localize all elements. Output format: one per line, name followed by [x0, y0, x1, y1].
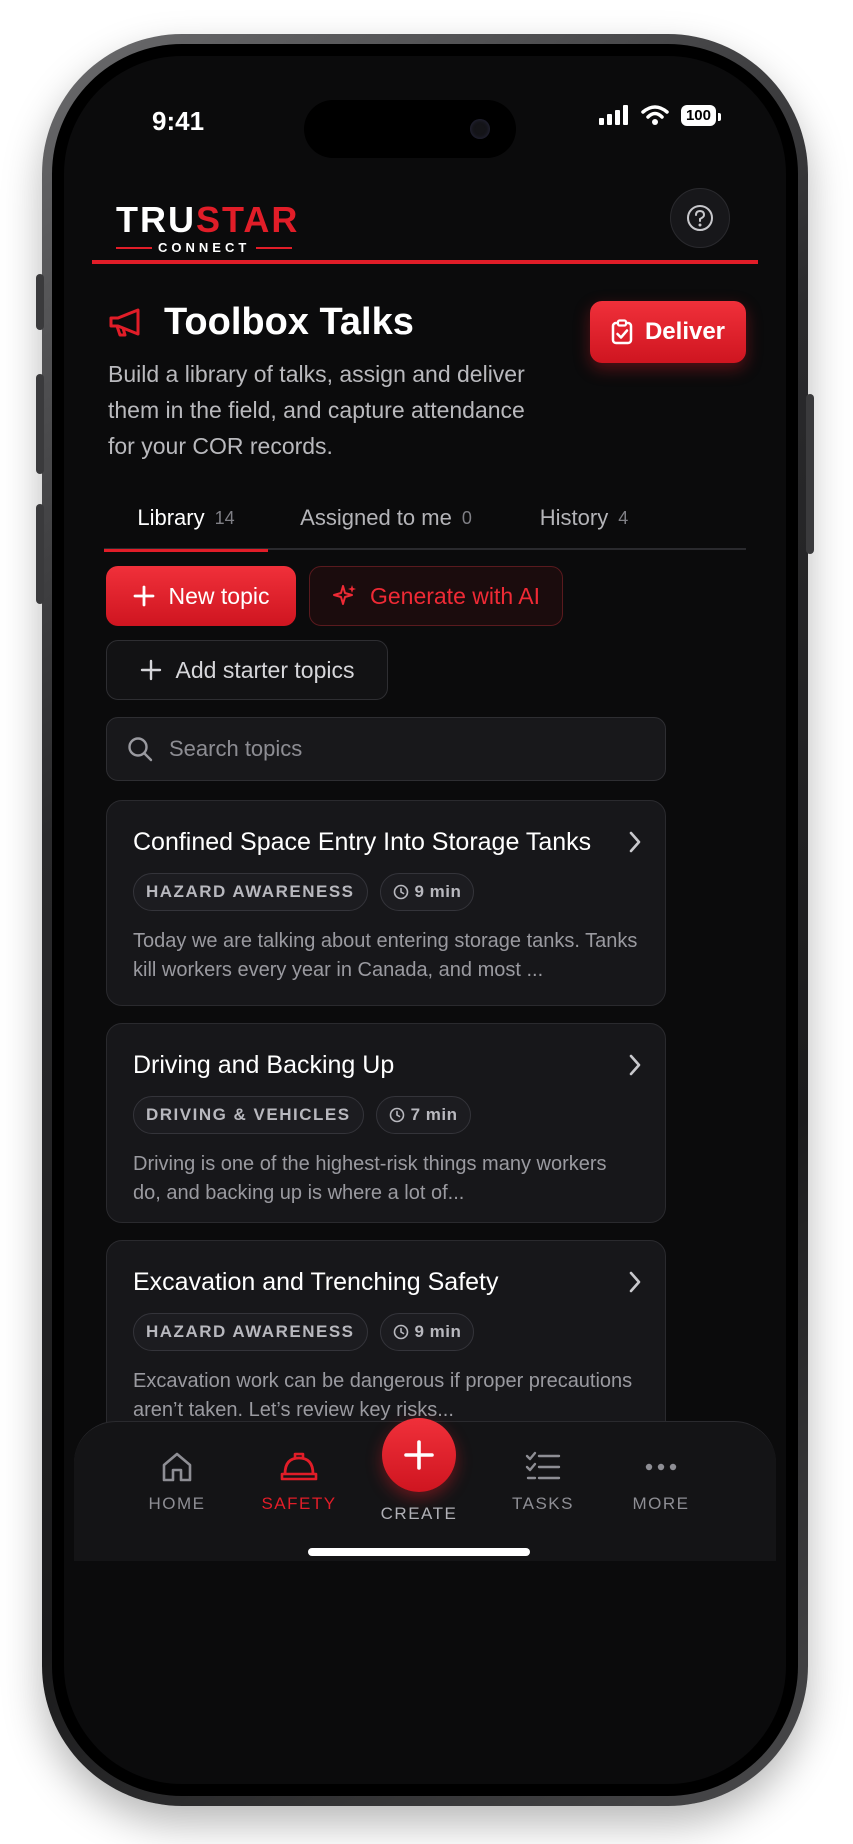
wifi-icon [641, 105, 669, 125]
home-icon [162, 1452, 192, 1482]
chevron-right-icon [629, 831, 641, 853]
checklist-icon [525, 1451, 561, 1480]
add-starter-topics-button[interactable]: Add starter topics [106, 640, 388, 700]
app-header: TRUSTAR CONNECT [64, 166, 786, 286]
volume-up-button [36, 374, 44, 474]
phone-frame: 9:41 100 TRUSTAR CONNECT Toolbox Talks B… [36, 34, 814, 1806]
tagline-line [116, 246, 152, 249]
category-badge: HAZARD AWARENESS [133, 1313, 368, 1351]
tab-count: 14 [214, 507, 235, 528]
topic-tags: HAZARD AWARENESS 9 min [133, 873, 639, 911]
brand-logo: TRUSTAR CONNECT [116, 202, 299, 255]
header-divider [92, 260, 758, 264]
nav-home[interactable]: HOME [122, 1450, 232, 1514]
search-icon [128, 737, 153, 762]
page-heading: Toolbox Talks Build a library of talks, … [108, 301, 746, 464]
clipboard-check-icon [611, 319, 633, 345]
clock-icon [389, 1107, 404, 1123]
search-input[interactable] [169, 736, 609, 762]
tab-assigned[interactable]: Assigned to me 0 [268, 486, 504, 550]
power-button [806, 394, 814, 554]
topic-description: Today we are talking about entering stor… [133, 930, 638, 981]
category-badge: DRIVING & VEHICLES [133, 1096, 364, 1134]
home-indicator[interactable] [308, 1548, 530, 1556]
generate-ai-button[interactable]: Generate with AI [309, 566, 563, 626]
question-icon [687, 205, 713, 231]
duration-badge: 9 min [379, 1313, 475, 1351]
chevron-right-icon [629, 1271, 641, 1293]
camera [470, 119, 490, 139]
topic-title: Driving and Backing Up [133, 1051, 395, 1079]
duration-badge: 9 min [379, 873, 475, 911]
tab-library[interactable]: Library 14 [104, 486, 268, 552]
topic-card[interactable]: Confined Space Entry Into Storage Tanks … [106, 800, 666, 1006]
search-box [106, 717, 666, 781]
bezel: 9:41 100 TRUSTAR CONNECT Toolbox Talks B… [52, 44, 798, 1796]
more-dots-icon [645, 1463, 677, 1471]
clock-icon [393, 884, 408, 900]
topic-description: Driving is one of the highest-risk thing… [133, 1153, 607, 1204]
create-label: CREATE [380, 1504, 458, 1523]
sparkles-icon [332, 585, 356, 605]
new-topic-button[interactable]: New topic [106, 566, 296, 626]
clock-icon [393, 1324, 408, 1340]
logo-wordmark: TRUSTAR [116, 199, 300, 240]
deliver-button[interactable]: Deliver [590, 301, 746, 363]
action-button [36, 274, 44, 330]
topic-description: Excavation work can be dangerous if prop… [133, 1370, 633, 1421]
topic-title: Excavation and Trenching Safety [133, 1268, 499, 1296]
dynamic-island [304, 100, 516, 158]
chevron-right-icon [629, 1054, 641, 1076]
volume-down-button [36, 504, 44, 604]
plus-icon [140, 659, 161, 681]
status-time: 9:41 [152, 106, 205, 136]
page-title: Toolbox Talks [164, 301, 414, 343]
page-subtitle: Build a library of talks, assign and del… [108, 361, 525, 459]
help-button[interactable] [670, 188, 730, 248]
signal-icon [598, 105, 628, 125]
tab-bar: Library 14 Assigned to me 0 History 4 [104, 486, 746, 552]
duration-badge: 7 min [375, 1096, 471, 1134]
status-icons: 100 [598, 104, 722, 126]
tagline-line [256, 246, 293, 249]
category-badge: HAZARD AWARENESS [133, 873, 368, 911]
nav-safety[interactable]: SAFETY [244, 1450, 354, 1514]
topic-card[interactable]: Driving and Backing Up DRIVING & VEHICLE… [106, 1023, 666, 1223]
plus-icon [133, 585, 154, 607]
megaphone-icon [109, 308, 140, 336]
hard-hat-icon [280, 1452, 318, 1481]
topic-tags: HAZARD AWARENESS 9 min [133, 1313, 639, 1351]
tab-count: 0 [461, 507, 472, 528]
nav-tasks[interactable]: TASKS [488, 1450, 598, 1514]
plus-icon [404, 1440, 434, 1470]
topic-tags: DRIVING & VEHICLES 7 min [133, 1096, 639, 1134]
status-bar: 9:41 100 [64, 56, 786, 166]
nav-more[interactable]: MORE [606, 1450, 716, 1514]
create-button[interactable] [382, 1418, 456, 1492]
logo-tagline: CONNECT [116, 240, 299, 255]
tab-count: 4 [618, 507, 629, 528]
battery-indicator: 100 [680, 104, 722, 126]
topic-title: Confined Space Entry Into Storage Tanks [133, 828, 592, 856]
screen: 9:41 100 TRUSTAR CONNECT Toolbox Talks B… [64, 56, 786, 1784]
tab-history[interactable]: History 4 [504, 486, 664, 550]
